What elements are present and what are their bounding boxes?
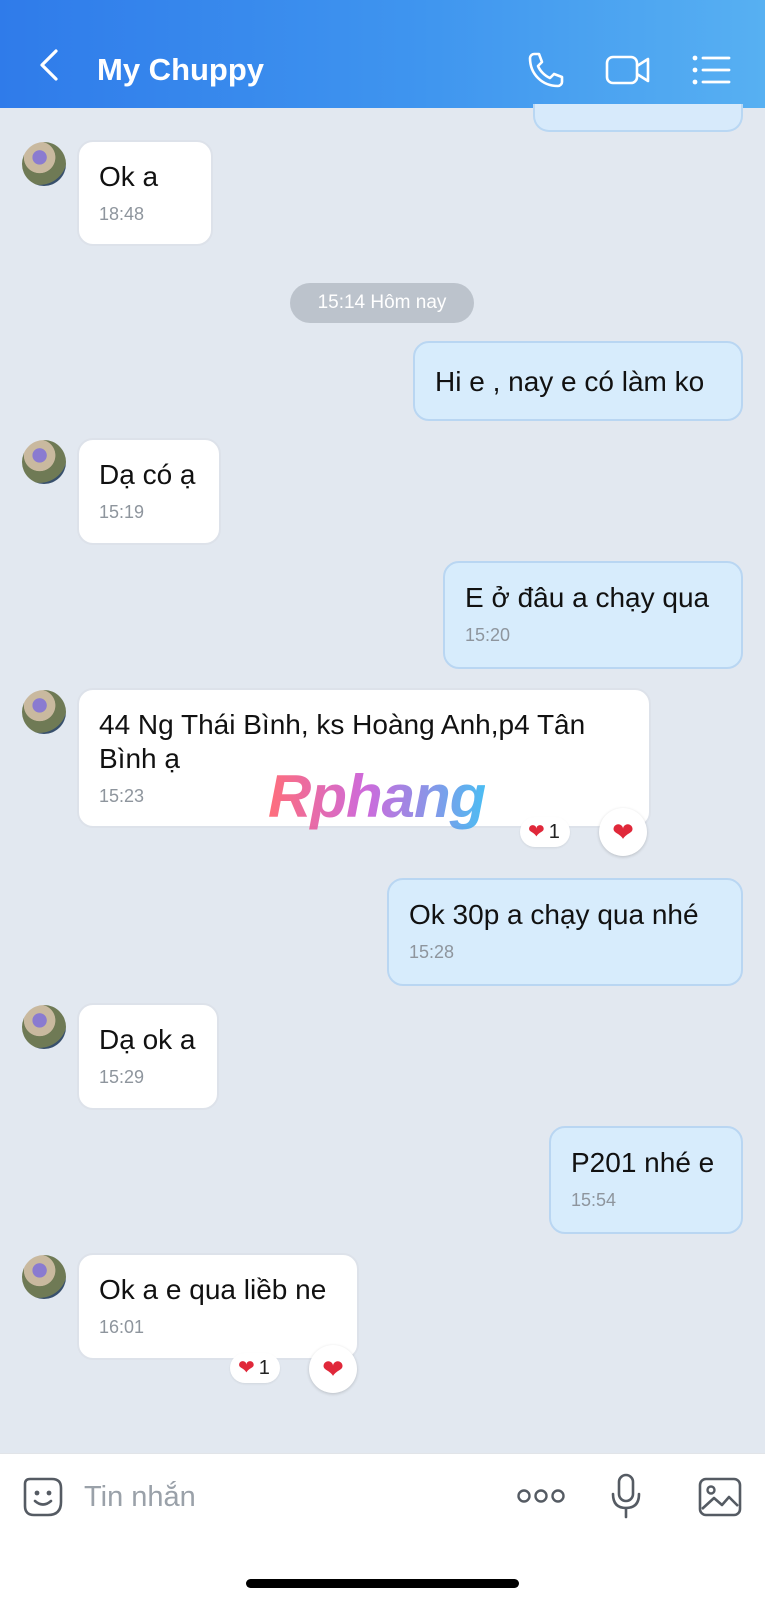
- conversation-title[interactable]: My Chuppy: [97, 52, 264, 88]
- image-icon: [698, 1477, 742, 1517]
- avatar[interactable]: [22, 1005, 66, 1049]
- message-time: 15:29: [99, 1067, 145, 1087]
- message-time: 15:19: [99, 502, 145, 522]
- outgoing-message[interactable]: P201 nhé e 15:54: [549, 1126, 743, 1234]
- more-dots-icon: [517, 1489, 565, 1503]
- video-call-button[interactable]: [604, 48, 650, 92]
- message-input[interactable]: [84, 1474, 474, 1520]
- sticker-button[interactable]: [22, 1476, 64, 1518]
- message-text: Ok a e qua liềb ne: [99, 1274, 327, 1305]
- incoming-message[interactable]: Dạ có ạ 15:19: [77, 438, 221, 545]
- incoming-message[interactable]: Dạ ok a 15:29: [77, 1003, 219, 1110]
- message-text: P201 nhé e: [571, 1147, 715, 1178]
- message-text: Ok a: [99, 161, 159, 192]
- avatar[interactable]: [22, 1255, 66, 1299]
- chevron-left-icon: [40, 49, 58, 81]
- avatar[interactable]: [22, 690, 66, 734]
- incoming-message[interactable]: Ok a e qua liềb ne 16:01: [77, 1253, 359, 1360]
- message-text: Hi e , nay e có làm ko: [435, 366, 705, 397]
- message-text: Ok 30p a chạy qua nhé: [409, 899, 699, 930]
- reaction-count-value: 1: [258, 1357, 270, 1379]
- home-indicator: [246, 1579, 519, 1588]
- react-button[interactable]: ❤: [599, 808, 647, 856]
- message-input-bar: [0, 1453, 765, 1600]
- avatar[interactable]: [22, 142, 66, 186]
- message-time: 15:20: [465, 625, 511, 645]
- sticker-smiley-icon: [23, 1477, 63, 1517]
- previous-message-bubble: [533, 104, 743, 132]
- back-button[interactable]: [30, 45, 70, 85]
- heart-icon: ❤: [322, 1354, 344, 1384]
- react-button[interactable]: ❤: [309, 1345, 357, 1393]
- date-separator: 15:14 Hôm nay: [290, 283, 474, 323]
- incoming-message[interactable]: Ok a 18:48: [77, 140, 213, 246]
- video-camera-icon: [605, 55, 650, 85]
- message-time: 18:48: [99, 204, 145, 224]
- message-time: 15:28: [409, 942, 455, 962]
- outgoing-message[interactable]: Hi e , nay e có làm ko: [413, 341, 743, 421]
- outgoing-message[interactable]: Ok 30p a chạy qua nhé 15:28: [387, 878, 743, 986]
- chat-header: My Chuppy: [0, 0, 765, 108]
- message-text: E ở đâu a chạy qua: [465, 582, 710, 613]
- heart-icon: ❤: [612, 817, 634, 847]
- watermark-logo: Rphang: [268, 763, 486, 830]
- send-image-button[interactable]: [697, 1476, 743, 1518]
- heart-icon: ❤: [238, 1357, 255, 1379]
- reaction-count-value: 1: [548, 821, 560, 843]
- list-menu-icon: [692, 55, 731, 85]
- voice-message-button[interactable]: [608, 1472, 644, 1520]
- reaction-count[interactable]: ❤ 1: [230, 1353, 280, 1383]
- outgoing-message[interactable]: E ở đâu a chạy qua 15:20: [443, 561, 743, 669]
- reaction-count[interactable]: ❤ 1: [520, 817, 570, 847]
- call-button[interactable]: [524, 48, 568, 92]
- heart-icon: ❤: [528, 821, 545, 843]
- message-text: Dạ ok a: [99, 1024, 196, 1055]
- message-time: 16:01: [99, 1317, 145, 1337]
- message-time: 15:54: [571, 1190, 617, 1210]
- menu-button[interactable]: [690, 48, 734, 92]
- message-text: Dạ có ạ: [99, 459, 196, 490]
- phone-icon: [528, 52, 564, 88]
- microphone-icon: [611, 1473, 641, 1519]
- avatar[interactable]: [22, 440, 66, 484]
- more-options-button[interactable]: [516, 1484, 566, 1508]
